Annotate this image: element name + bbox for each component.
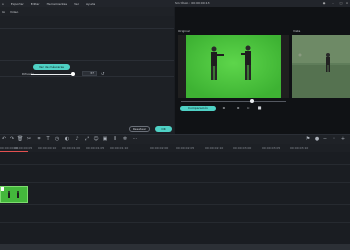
- menu-item-export[interactable]: Exportar: [11, 2, 24, 6]
- ruler-tick: 00:00:00:05: [14, 146, 33, 150]
- marker-icon[interactable]: ⚑: [305, 136, 311, 142]
- transform-icon[interactable]: ⤢: [84, 136, 90, 142]
- divider: [0, 60, 174, 61]
- timeline-tracks: [0, 152, 350, 250]
- reset-icon[interactable]: ↺: [101, 71, 106, 76]
- zoom-out-icon[interactable]: −: [322, 136, 328, 142]
- menu-item-help[interactable]: Ayuda: [86, 2, 95, 6]
- more-tools-icon[interactable]: ⋯: [132, 136, 138, 142]
- sticker-icon[interactable]: ☺: [93, 136, 99, 142]
- after-label: Vista: [293, 29, 301, 33]
- minimize-icon[interactable]: –: [331, 1, 335, 5]
- divider: [0, 76, 174, 77]
- view-mask-button[interactable]: Ver de máscaras: [33, 64, 70, 70]
- redo-icon[interactable]: ↷: [9, 136, 15, 142]
- tab-video[interactable]: Video: [10, 10, 18, 14]
- next-frame-icon[interactable]: ▹: [246, 105, 251, 111]
- divider: [0, 28, 174, 29]
- account-icon[interactable]: ◉: [322, 1, 326, 5]
- ruler-tick: 00:00:01:00: [62, 146, 81, 150]
- track-divider: [0, 204, 350, 205]
- video-clip[interactable]: [0, 186, 28, 203]
- ok-button[interactable]: OK: [155, 126, 172, 132]
- ruler-tick: 00:00:02:00: [150, 146, 169, 150]
- timeline-toolbar: [0, 134, 350, 144]
- ruler-tick: 00:00:03:05: [262, 146, 281, 150]
- original-video-frame: [178, 35, 289, 98]
- zoom-slider-icon[interactable]: ◦: [331, 136, 337, 142]
- ruler-tick: 00:00:02:05: [176, 146, 195, 150]
- menu-item-edit[interactable]: Editar: [31, 2, 40, 6]
- track-divider: [0, 222, 350, 223]
- ruler-tick: 00:00:02:10: [205, 146, 224, 150]
- tab-ai[interactable]: IA: [2, 10, 5, 14]
- zoom-in-icon[interactable]: +: [340, 136, 346, 142]
- undo-icon[interactable]: ↶: [1, 136, 7, 142]
- result-video-frame: [292, 35, 350, 98]
- before-label: Original: [178, 29, 190, 33]
- reset-button[interactable]: Resetear: [129, 126, 150, 132]
- keyed-result-image: [292, 35, 350, 98]
- maximize-icon[interactable]: □: [339, 1, 343, 5]
- record-icon[interactable]: ●: [314, 136, 320, 142]
- freeze-icon[interactable]: ❄: [122, 136, 128, 142]
- menu-item-file[interactable]: o: [2, 2, 4, 6]
- ruler-tick: 00:00:01:10: [110, 146, 129, 150]
- menu-item-view[interactable]: Ver: [74, 2, 79, 6]
- prev-frame-icon[interactable]: ◂: [221, 105, 226, 111]
- blur-slider-handle[interactable]: [71, 72, 75, 76]
- stop-icon[interactable]: ■: [257, 105, 262, 111]
- preview-title: Sin título : 00:00:00:13: [175, 1, 210, 5]
- ruler-tick: 00:00:03:00: [233, 146, 252, 150]
- blur-value-input[interactable]: 37: [82, 71, 97, 76]
- speed-icon[interactable]: ◷: [54, 136, 60, 142]
- effect-tabs: IA Video: [0, 7, 174, 16]
- color-icon[interactable]: ◐: [64, 136, 70, 142]
- ruler-tick: 00:00:01:05: [86, 146, 105, 150]
- audio-icon[interactable]: ♪: [74, 136, 80, 142]
- text-icon[interactable]: T: [45, 136, 51, 142]
- cut-icon[interactable]: ✂: [26, 136, 32, 142]
- green-screen-image: [186, 35, 281, 98]
- crop-icon[interactable]: ⌗: [36, 136, 42, 142]
- ruler-tick: 00:00:03:10: [290, 146, 309, 150]
- preview-scrub-track[interactable]: [181, 101, 286, 102]
- blur-slider-fill: [31, 74, 73, 75]
- track-divider: [0, 164, 350, 165]
- play-icon[interactable]: ▸: [236, 105, 241, 111]
- compare-button[interactable]: Comparación: [180, 106, 216, 111]
- track-divider: [0, 182, 350, 183]
- close-icon[interactable]: ×: [345, 1, 349, 5]
- timeline-scrollbar[interactable]: [0, 244, 350, 250]
- ruler-tick: 00:00:00:10: [38, 146, 57, 150]
- mask-icon[interactable]: ▣: [102, 136, 108, 142]
- split-icon[interactable]: ⫴: [112, 136, 118, 142]
- delete-icon[interactable]: 🗑: [17, 136, 23, 142]
- menu-item-tools[interactable]: Herramientas: [47, 2, 67, 6]
- clip-thumbnail: [1, 187, 27, 202]
